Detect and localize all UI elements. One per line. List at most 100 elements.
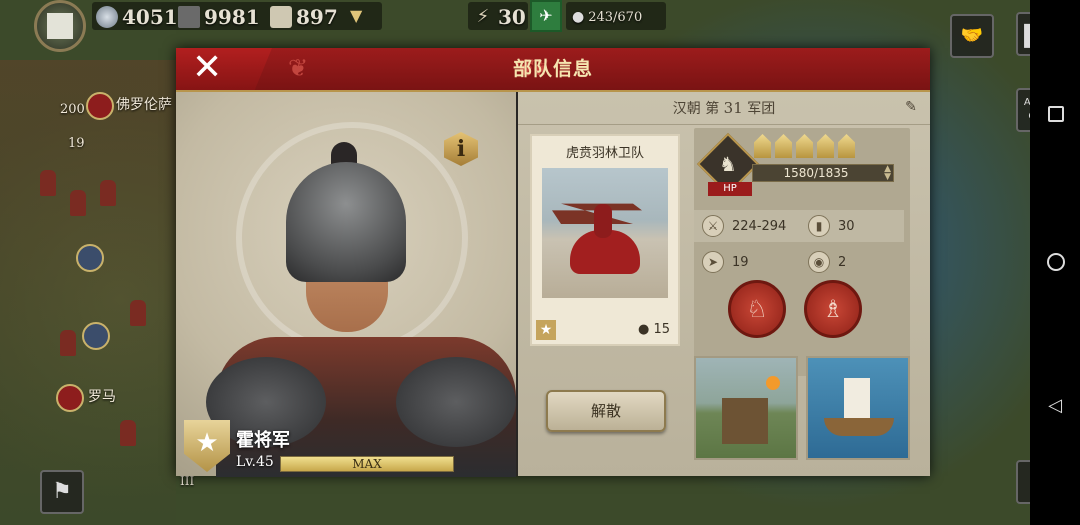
- hp-arrows-icon: ▲ ▼: [884, 164, 891, 182]
- xp-bar: MAX: [280, 456, 454, 472]
- unit-name: 虎贲羽林卫队: [565, 146, 644, 161]
- catapult-body: [722, 398, 768, 444]
- corps-title: 汉朝 第 31 军团: [518, 92, 930, 125]
- soldier-unit[interactable]: [40, 170, 56, 196]
- nav-square-icon[interactable]: [1048, 106, 1064, 122]
- stat-vision: ◉ 2: [808, 246, 846, 278]
- general-badge[interactable]: [82, 322, 110, 350]
- rally-skill-icon[interactable]: ♗: [804, 280, 862, 338]
- stat-row: ➤ 19 ◉ 2: [694, 246, 904, 278]
- general-level: Lv.45: [236, 454, 274, 470]
- medal-icon: [754, 134, 771, 158]
- soldier-unit[interactable]: [120, 420, 136, 446]
- scroll-icon: [270, 6, 292, 28]
- attack-value: 224-294: [732, 218, 787, 234]
- medal-icon: [817, 134, 834, 158]
- dialog-title: 部队信息: [512, 58, 593, 80]
- resource-coins: 4051: [96, 4, 178, 30]
- soldier-unit[interactable]: [100, 180, 116, 206]
- unit-info-dialog: ❦ ❦ ❦ 部队信息 ✕ i ★ 霍将军 Lv.45 MAX 汉朝 第 31 军…: [176, 48, 930, 477]
- hp-bar: 1580/1835 ▲ ▼: [752, 164, 894, 182]
- dove-icon[interactable]: ✈: [530, 0, 562, 32]
- resource-industry: 9981: [178, 4, 260, 30]
- map-roman-numeral: III: [180, 474, 195, 488]
- soldier-unit[interactable]: [70, 190, 86, 216]
- unit-detail-panel: 汉朝 第 31 军团 ✎ 虎贲羽林卫队 ★ ● 15 解散 ♞ HP 1580/: [518, 92, 930, 476]
- nav-back-icon[interactable]: ◁: [1045, 396, 1065, 416]
- defense-icon: ▮: [808, 215, 830, 237]
- catapult-icon[interactable]: [694, 356, 798, 460]
- ship-hull: [824, 418, 894, 436]
- ship-sail: [844, 378, 870, 418]
- hp-label: HP: [708, 182, 752, 196]
- dialog-header: ❦ ❦ ❦ 部队信息 ✕: [176, 48, 930, 92]
- person-count-icon: ●: [637, 322, 650, 337]
- general-badge[interactable]: [76, 244, 104, 272]
- stat-defense: ▮ 30: [808, 210, 855, 242]
- map-count: 200: [60, 102, 85, 117]
- unit-image: [542, 168, 668, 298]
- attack-icon: ⚔: [702, 215, 724, 237]
- unit-count: ● 15: [638, 322, 670, 337]
- person-icon: ●: [572, 9, 585, 25]
- faction-badge[interactable]: [86, 92, 114, 120]
- corps-suffix: 军团: [747, 101, 776, 117]
- emblem-icon[interactable]: [34, 0, 86, 52]
- flag-icon[interactable]: ⚑: [40, 470, 84, 514]
- general-portrait-panel: i ★ 霍将军 Lv.45 MAX: [176, 92, 516, 477]
- general-name: 霍将军: [236, 430, 290, 451]
- map-count: 19: [68, 136, 85, 151]
- corps-prefix: 汉朝 第: [672, 101, 720, 117]
- coin-icon: [96, 6, 118, 28]
- stat-move: ➤ 19: [702, 246, 749, 278]
- unit-stats-box: ♞ HP 1580/1835 ▲ ▼ ⚔ 224-294 ▮ 30 ➤ 19 ◉…: [694, 128, 910, 376]
- medal-icon: [796, 134, 813, 158]
- army-population: ● 243/670: [572, 4, 642, 30]
- top-bar: 4051 9981 897 ▼ ⚡ 30 ✈ ● 243/670: [0, 0, 1030, 52]
- scroll-count: 897: [296, 5, 338, 29]
- soldier-unit[interactable]: [60, 330, 76, 356]
- hammer-icon: [178, 6, 200, 28]
- vision-value: 2: [838, 254, 847, 270]
- move-value: 19: [732, 254, 749, 270]
- city-label-rome[interactable]: 罗马: [88, 386, 116, 406]
- handshake-icon[interactable]: 🤝: [950, 14, 994, 58]
- ship-icon[interactable]: [806, 356, 910, 460]
- medal-icon: [775, 134, 792, 158]
- edit-icon[interactable]: ✎: [902, 98, 920, 116]
- info-icon[interactable]: i: [444, 132, 478, 166]
- coin-count: 4051: [122, 5, 178, 29]
- dismiss-button[interactable]: 解散: [546, 390, 666, 432]
- soldier-unit[interactable]: [130, 300, 146, 326]
- battle-zone: [0, 60, 176, 525]
- catapult-fire: [766, 376, 780, 390]
- move-icon: ➤: [702, 251, 724, 273]
- vision-icon: ◉: [808, 251, 830, 273]
- chevron-down-icon[interactable]: ▼: [350, 6, 362, 25]
- hp-text: 1580/1835: [783, 166, 849, 180]
- medal-icon: [838, 134, 855, 158]
- nav-circle-icon[interactable]: [1047, 253, 1065, 271]
- faction-badge[interactable]: [56, 384, 84, 412]
- xp-label: MAX: [352, 457, 382, 471]
- charge-skill-icon[interactable]: ♘: [728, 280, 786, 338]
- rider-figure: [594, 204, 612, 238]
- unit-card[interactable]: 虎贲羽林卫队 ★ ● 15: [530, 134, 680, 346]
- stat-row: ⚔ 224-294 ▮ 30: [694, 210, 904, 242]
- resource-bolt: ⚡ 30: [472, 4, 526, 30]
- industry-count: 9981: [204, 5, 260, 29]
- resource-scroll: 897: [270, 4, 338, 30]
- android-nav-bar: ◁: [1030, 0, 1080, 525]
- medal-row: [754, 134, 855, 158]
- defense-value: 30: [838, 218, 855, 234]
- star-icon: ★: [536, 320, 556, 340]
- stat-attack: ⚔ 224-294: [702, 210, 786, 242]
- unit-count-value: 15: [653, 322, 670, 337]
- general-pauldron: [396, 357, 516, 447]
- corps-number: 31: [723, 99, 743, 117]
- army-pop-value: 243/670: [588, 9, 643, 25]
- general-helmet: [286, 162, 406, 282]
- bolt-count: 30: [498, 5, 526, 29]
- city-label-florence[interactable]: 佛罗伦萨: [116, 94, 172, 114]
- bolt-icon: ⚡: [476, 6, 490, 27]
